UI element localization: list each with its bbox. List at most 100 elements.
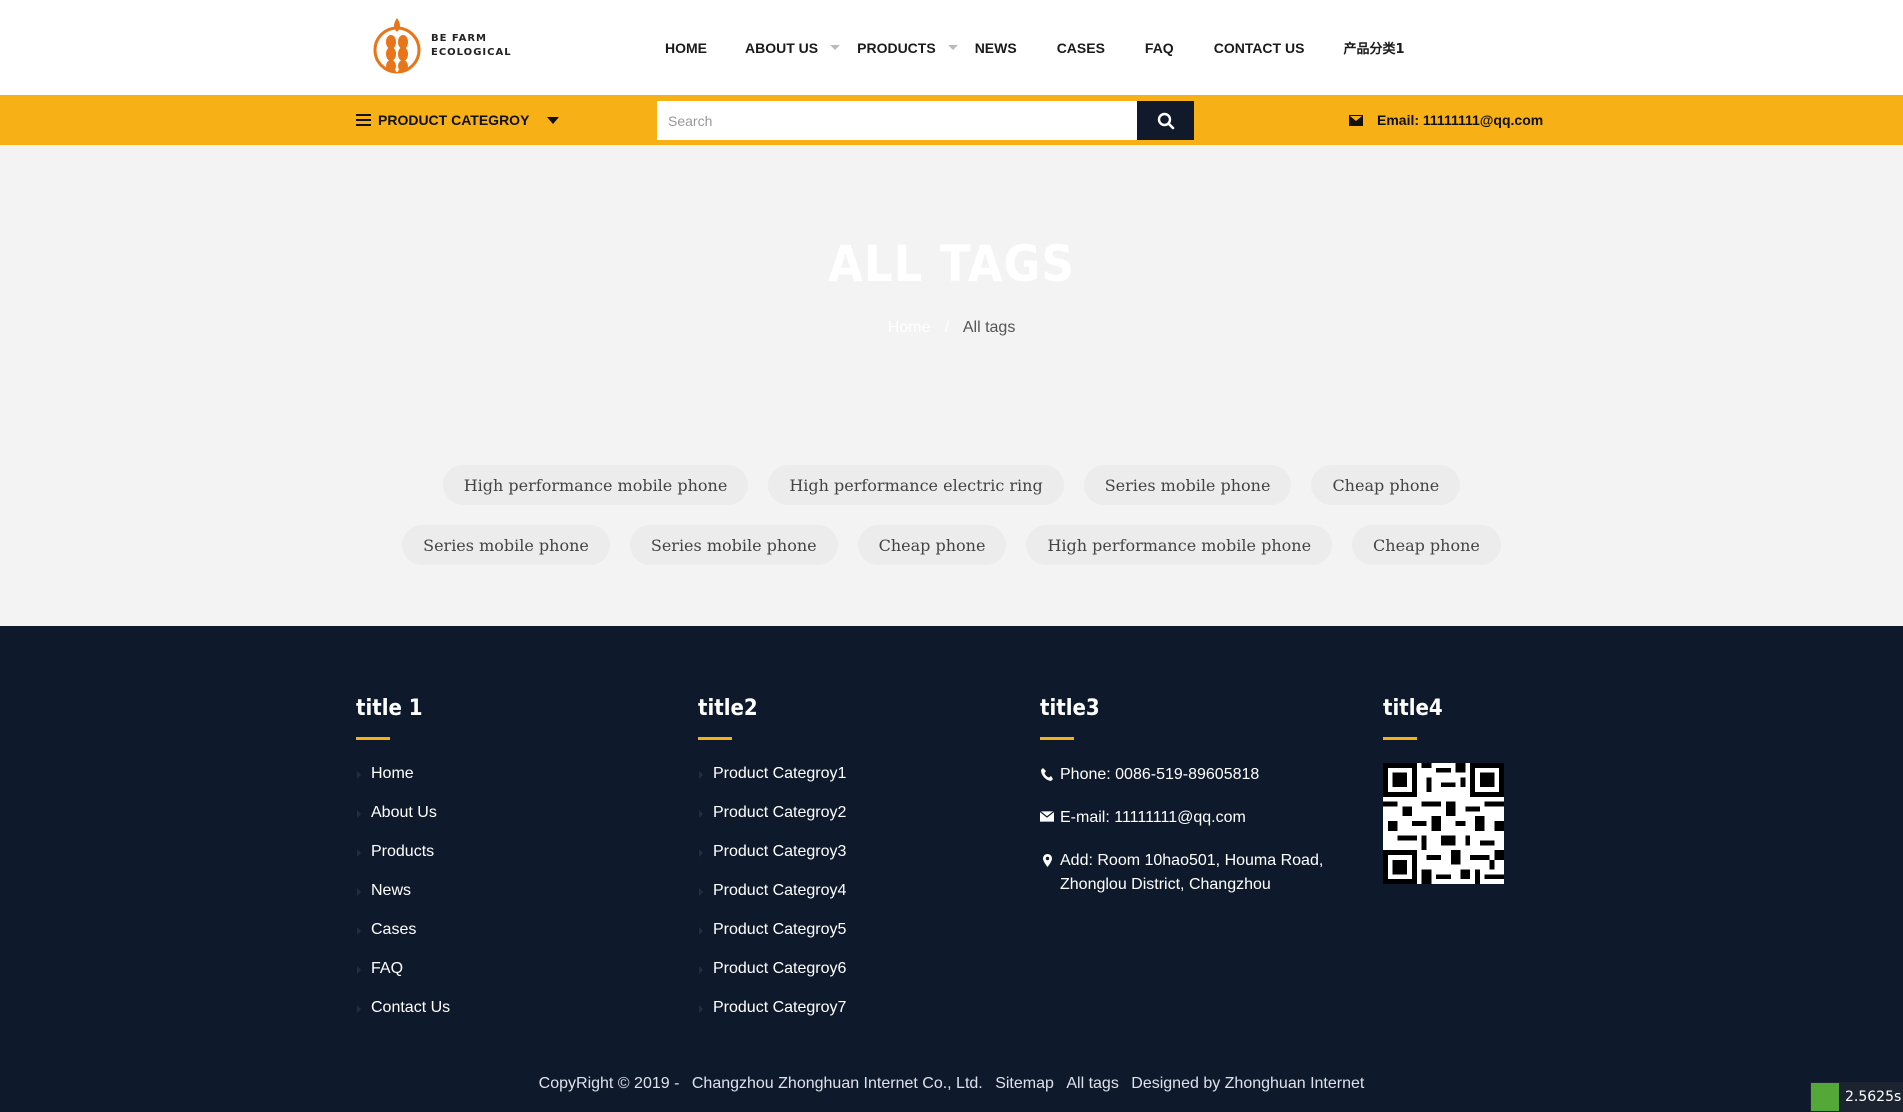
footer-col-4: title4 xyxy=(1383,696,1504,884)
nav-faq-label: FAQ xyxy=(1144,39,1174,56)
footer-link[interactable]: Contact Us xyxy=(356,999,450,1038)
tag-pill[interactable]: Series mobile phone xyxy=(402,525,610,565)
footer-email-text: E-mail: 11111111@qq.com xyxy=(1060,809,1246,826)
search-button[interactable] xyxy=(1137,101,1194,140)
footer-col-2: title2 Product Categroy1 Product Categro… xyxy=(698,696,846,1038)
envelope-icon xyxy=(1349,114,1363,126)
nav-contact-us[interactable]: CONTACT US xyxy=(1214,40,1305,56)
footer-phone: Phone: 0086-519-89605818 xyxy=(1040,763,1340,787)
logo-text: BE FARM ECOLOGICAL xyxy=(431,32,512,60)
menu-icon xyxy=(356,114,371,126)
footer-link[interactable]: Cases xyxy=(356,921,450,960)
search-icon xyxy=(1157,112,1174,129)
site-logo[interactable]: BE FARM ECOLOGICAL xyxy=(373,16,512,76)
search-input[interactable] xyxy=(657,101,1137,140)
wheat-logo-icon xyxy=(373,16,421,76)
footer-category-link[interactable]: Product Categroy7 xyxy=(698,999,846,1038)
tag-pill[interactable]: High performance mobile phone xyxy=(442,465,749,505)
footer-col-3-title: title3 xyxy=(1040,696,1100,721)
company-link[interactable]: Changzhou Zhonghuan Internet Co., Ltd. xyxy=(692,1075,983,1092)
logo-line1: BE FARM xyxy=(431,33,488,44)
footer-col-4-title: title4 xyxy=(1383,696,1443,721)
chevron-down-icon xyxy=(947,45,958,50)
footer-col-1-title: title 1 xyxy=(356,696,423,721)
nav-news-label: NEWS xyxy=(974,39,1017,56)
main-nav: HOME ABOUT US PRODUCTS NEWS CASES FAQ CO… xyxy=(650,0,1404,95)
tags-row-1: High performance mobile phone High perfo… xyxy=(0,465,1903,505)
footer-category-link[interactable]: Product Categroy1 xyxy=(698,765,846,804)
nav-category1[interactable]: 产品分类1 xyxy=(1343,38,1404,57)
product-category-label: PRODUCT CATEGROY xyxy=(378,112,530,128)
designer-link[interactable]: Designed by Zhonghuan Internet xyxy=(1131,1075,1364,1092)
footer-category-link[interactable]: Product Categroy6 xyxy=(698,960,846,999)
tag-pill[interactable]: Series mobile phone xyxy=(1083,465,1292,505)
leaf-icon xyxy=(1811,1083,1839,1111)
footer-phone-text: Phone: 0086-519-89605818 xyxy=(1060,766,1260,783)
map-marker-icon xyxy=(1040,849,1054,867)
nav-category1-label: 产品分类1 xyxy=(1343,42,1405,57)
title-underline xyxy=(698,737,732,740)
footer-email: E-mail: 11111111@qq.com xyxy=(1040,806,1340,830)
footer-link[interactable]: Products xyxy=(356,843,450,882)
perf-timer-badge: 2.5625s xyxy=(1810,1082,1903,1112)
breadcrumb-separator: / xyxy=(944,319,950,336)
breadcrumb-home[interactable]: Home xyxy=(888,319,931,336)
nav-about-us-label: ABOUT US xyxy=(745,39,819,56)
footer-address: Add: Room 10hao501, Houma Road, Zhonglou… xyxy=(1040,849,1340,897)
copyright-text: CopyRight © 2019 - xyxy=(538,1075,680,1092)
all-tags-link[interactable]: All tags xyxy=(1066,1075,1118,1092)
sitemap-link[interactable]: Sitemap xyxy=(995,1075,1054,1092)
nav-home-label: HOME xyxy=(665,39,707,56)
footer-category-list: Product Categroy1 Product Categroy2 Prod… xyxy=(698,765,846,1038)
footer-col-2-title: title2 xyxy=(698,696,758,721)
nav-cases[interactable]: CASES xyxy=(1057,40,1105,56)
breadcrumb-current: All tags xyxy=(962,319,1016,336)
footer-address-text: Add: Room 10hao501, Houma Road, Zhonglou… xyxy=(1060,852,1324,893)
nav-cases-label: CASES xyxy=(1056,39,1105,56)
nav-contact-us-label: CONTACT US xyxy=(1213,39,1305,56)
copyright-bar: CopyRight © 2019 - Changzhou Zhonghuan I… xyxy=(0,1075,1903,1093)
title-underline xyxy=(1383,737,1417,740)
nav-home[interactable]: HOME xyxy=(665,40,707,56)
footer-link[interactable]: Home xyxy=(356,765,450,804)
tag-pill[interactable]: Cheap phone xyxy=(1352,525,1501,565)
tag-pill[interactable]: High performance mobile phone xyxy=(1026,525,1333,565)
product-category-dropdown[interactable]: PRODUCT CATEGROY xyxy=(356,95,560,145)
footer-category-link[interactable]: Product Categroy3 xyxy=(698,843,846,882)
nav-products-label: PRODUCTS xyxy=(857,39,936,56)
footer-category-link[interactable]: Product Categroy4 xyxy=(698,882,846,921)
logo-line2: ECOLOGICAL xyxy=(431,47,512,58)
tag-pill[interactable]: High performance electric ring xyxy=(768,465,1064,505)
footer-link[interactable]: News xyxy=(356,882,450,921)
header-email-text: Email: 11111111@qq.com xyxy=(1377,112,1544,128)
envelope-icon xyxy=(1040,806,1054,822)
nav-faq[interactable]: FAQ xyxy=(1145,40,1174,56)
perf-timer-text: 2.5625s xyxy=(1845,1089,1902,1105)
nav-products[interactable]: PRODUCTS xyxy=(857,40,962,56)
qr-code-image xyxy=(1383,763,1504,884)
site-header: BE FARM ECOLOGICAL HOME ABOUT US PRODUCT… xyxy=(0,0,1903,95)
nav-about-us[interactable]: ABOUT US xyxy=(745,40,844,56)
tag-pill[interactable]: Series mobile phone xyxy=(629,525,838,565)
tag-pill[interactable]: Cheap phone xyxy=(1311,465,1461,505)
nav-news[interactable]: NEWS xyxy=(975,40,1017,56)
category-search-bar: PRODUCT CATEGROY Email: 11111111@qq.com xyxy=(0,95,1903,145)
footer-nav-list: Home About Us Products News Cases FAQ Co… xyxy=(356,765,450,1038)
title-underline xyxy=(356,737,390,740)
footer-category-link[interactable]: Product Categroy5 xyxy=(698,921,846,960)
site-footer: title 1 Home About Us Products News Case… xyxy=(0,626,1903,1112)
caret-down-icon xyxy=(547,116,560,124)
tag-pill[interactable]: Cheap phone xyxy=(857,525,1007,565)
phone-icon xyxy=(1040,763,1054,781)
chevron-down-icon xyxy=(830,45,841,50)
footer-col-1: title 1 Home About Us Products News Case… xyxy=(356,696,450,1038)
page-title: ALL TAGS xyxy=(828,235,1075,293)
footer-col-3: title3 Phone: 0086-519-89605818 E-mail: … xyxy=(1040,696,1340,916)
breadcrumb: Home / All tags xyxy=(0,319,1903,337)
footer-link[interactable]: About Us xyxy=(356,804,450,843)
footer-link[interactable]: FAQ xyxy=(356,960,450,999)
title-underline xyxy=(1040,737,1074,740)
tags-row-2: Series mobile phone Series mobile phone … xyxy=(0,525,1903,565)
header-email[interactable]: Email: 11111111@qq.com xyxy=(1349,95,1543,145)
footer-category-link[interactable]: Product Categroy2 xyxy=(698,804,846,843)
